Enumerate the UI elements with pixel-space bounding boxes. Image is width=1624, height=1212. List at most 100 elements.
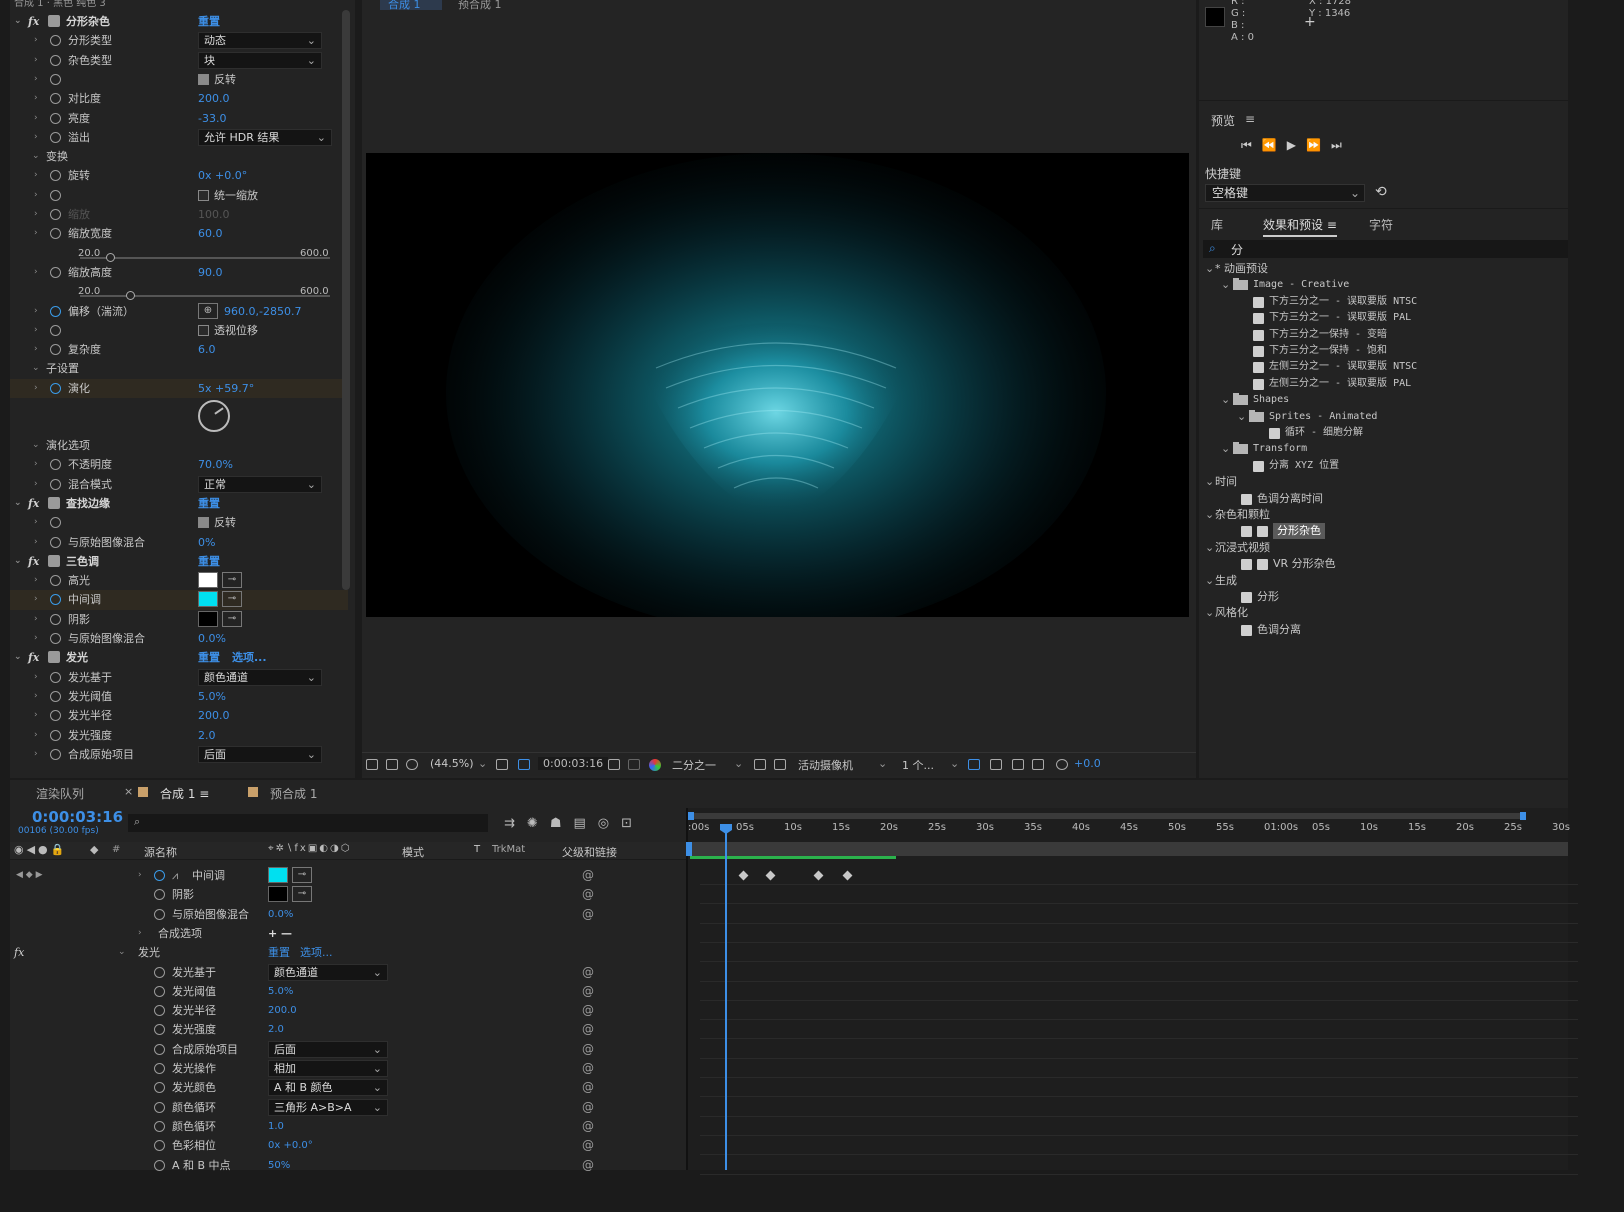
keyframe-nav[interactable]: ◀ ◆ ▶ — [16, 866, 43, 885]
tree-item[interactable]: ⌄ 风格化 — [1199, 605, 1568, 621]
property-dropdown[interactable]: A 和 B 颜色 ⌄ — [268, 1079, 388, 1097]
frame-blend-icon[interactable]: ▤ — [573, 816, 597, 831]
keyframe-track[interactable] — [700, 982, 1578, 1001]
options-link[interactable]: 选项... — [300, 943, 333, 962]
stopwatch-icon[interactable] — [50, 748, 61, 760]
tree-item[interactable]: VR 分形杂色 — [1199, 556, 1568, 572]
node-icon[interactable] — [1032, 759, 1044, 770]
disclosure-arrow[interactable]: › — [34, 475, 38, 494]
property-value[interactable]: 6.0 — [198, 340, 216, 359]
pick-whip-icon[interactable]: @ — [582, 982, 594, 1001]
tab-library[interactable]: 库 — [1211, 216, 1223, 233]
mask-icon[interactable] — [406, 759, 418, 770]
fx-icon[interactable]: fx — [28, 648, 39, 667]
search-input[interactable]: 分 — [1231, 241, 1243, 258]
checkbox[interactable] — [198, 324, 209, 336]
disclosure-arrow[interactable]: › — [34, 263, 38, 282]
keyframe-track[interactable] — [700, 1059, 1578, 1078]
checkbox[interactable] — [198, 189, 209, 201]
stopwatch-icon[interactable] — [50, 266, 61, 278]
stopwatch-icon[interactable] — [154, 1024, 165, 1036]
property-value[interactable]: 960.0,-2850.7 — [224, 302, 301, 321]
disclosure-arrow[interactable]: › — [34, 224, 38, 243]
stopwatch-icon[interactable] — [50, 131, 61, 143]
tab-render-queue[interactable]: 渲染队列 — [36, 785, 84, 802]
tree-item[interactable]: ⌄ 生成 — [1199, 573, 1568, 589]
tree-item[interactable]: ⌄ 杂色和颗粒 — [1199, 507, 1568, 523]
disclosure-arrow[interactable]: › — [34, 513, 38, 532]
keyframe-track[interactable] — [700, 924, 1578, 943]
checkbox[interactable] — [198, 73, 209, 85]
tree-item[interactable]: ⌄ 时间 — [1199, 474, 1568, 490]
property-value[interactable]: 100.0 — [198, 205, 230, 224]
stopwatch-icon[interactable] — [50, 305, 61, 317]
fx-icon[interactable]: fx — [28, 494, 39, 513]
property-dropdown[interactable]: 三角形 A>B>A ⌄ — [268, 1098, 388, 1116]
pick-whip-icon[interactable]: @ — [582, 1001, 594, 1020]
property-dropdown[interactable]: 后面 ⌄ — [198, 745, 322, 763]
property-value[interactable]: 2.0 — [268, 1020, 284, 1039]
reset-link[interactable]: 重置 — [198, 12, 220, 31]
tab-precomp-1[interactable]: 预合成 1 — [458, 0, 502, 12]
property-value[interactable]: 1.0 — [268, 1117, 284, 1136]
disclosure-arrow[interactable]: › — [34, 533, 38, 552]
disclosure-arrow[interactable]: › — [138, 924, 142, 943]
disclosure-arrow[interactable]: › — [34, 166, 38, 185]
stopwatch-icon[interactable] — [50, 324, 61, 336]
property-value[interactable]: 0% — [198, 533, 215, 552]
stopwatch-icon[interactable] — [50, 54, 61, 66]
disclosure-arrow[interactable]: › — [34, 379, 38, 398]
layer-property-row[interactable]: 与原始图像混合 0.0% @ — [10, 905, 686, 924]
stopwatch-icon[interactable] — [50, 35, 61, 47]
stopwatch-icon[interactable] — [50, 112, 61, 124]
stopwatch-icon[interactable] — [50, 344, 61, 356]
region-icon[interactable] — [518, 759, 530, 770]
layer-property-row[interactable]: 颜色循环 1.0 @ — [10, 1117, 686, 1136]
property-dropdown[interactable]: 允许 HDR 结果 ⌄ — [198, 128, 332, 146]
tab-character[interactable]: 字符 — [1369, 216, 1393, 233]
tree-item[interactable]: 色调分离时间 — [1199, 491, 1568, 507]
property-value[interactable]: 70.0% — [198, 455, 233, 474]
keyframe-track[interactable] — [700, 1040, 1578, 1059]
stopwatch-icon[interactable] — [50, 575, 61, 587]
shortcut-dropdown[interactable]: 空格键 ⌄ — [1205, 184, 1365, 202]
reset-icon[interactable]: ⟲ — [1375, 184, 1387, 200]
reset-exposure-icon[interactable] — [1056, 759, 1068, 770]
reset-link[interactable]: 重置 — [198, 552, 220, 571]
stopwatch-icon[interactable] — [154, 1043, 165, 1055]
stopwatch-icon[interactable] — [50, 633, 61, 644]
tree-item[interactable]: 分形 — [1199, 589, 1568, 605]
disclosure-arrow[interactable]: › — [34, 109, 38, 128]
disclosure-arrow[interactable]: › — [34, 128, 38, 147]
property-value[interactable]: 50% — [268, 1156, 290, 1175]
color-swatch[interactable] — [198, 591, 218, 608]
keyframe-track[interactable] — [700, 1078, 1578, 1098]
disclosure-arrow[interactable]: ⌄ — [32, 359, 40, 378]
slider-knob[interactable] — [126, 291, 135, 301]
stopwatch-icon[interactable] — [154, 1140, 165, 1152]
graph-icon[interactable]: ⩘ — [172, 866, 178, 885]
close-icon[interactable]: × — [124, 785, 133, 798]
property-value[interactable]: 5.0% — [268, 982, 293, 1001]
layer-property-row[interactable]: 阴影 ⊸ @ — [10, 885, 686, 904]
layer-property-row[interactable]: 发光阈值 5.0% @ — [10, 982, 686, 1001]
stopwatch-icon[interactable] — [50, 93, 61, 105]
keyframe-track[interactable] — [700, 1020, 1578, 1040]
pick-whip-icon[interactable]: @ — [582, 1117, 594, 1136]
stopwatch-icon[interactable] — [154, 870, 165, 881]
pick-whip-icon[interactable]: @ — [582, 1078, 594, 1097]
disclosure-arrow[interactable]: › — [34, 340, 38, 359]
disclosure-arrow[interactable]: › — [34, 726, 38, 745]
play-icon[interactable]: ▶ — [1287, 138, 1306, 152]
eyedropper-icon[interactable]: ⊸ — [222, 572, 242, 589]
chevron-down-icon[interactable]: ⌄ — [1221, 277, 1230, 293]
disclosure-arrow[interactable]: › — [34, 629, 38, 648]
stopwatch-icon[interactable] — [154, 966, 165, 978]
playhead-line[interactable] — [725, 826, 727, 1170]
tree-item[interactable]: 下方三分之一 - 误取要版 NTSC — [1199, 294, 1568, 310]
tree-item[interactable]: 下方三分之一保持 - 饱和 — [1199, 343, 1568, 359]
chevron-down-icon[interactable]: ⌄ — [1221, 392, 1230, 408]
tree-item[interactable]: 色调分离 — [1199, 622, 1568, 638]
layer-property-row[interactable]: 合成原始项目 后面 ⌄ @ — [10, 1040, 686, 1059]
keyframe-track[interactable] — [700, 1001, 1578, 1021]
